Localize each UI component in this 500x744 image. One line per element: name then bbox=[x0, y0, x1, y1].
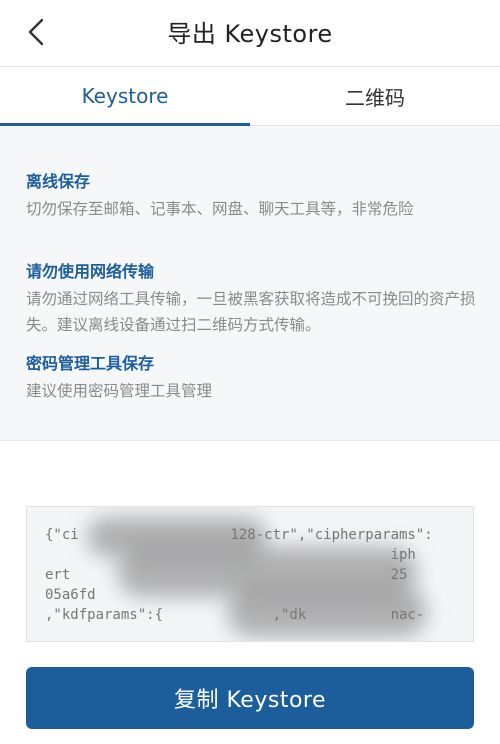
tip-description: 建议使用密码管理工具管理 bbox=[26, 382, 213, 400]
tab-qrcode[interactable]: 二维码 bbox=[250, 67, 500, 125]
tip-title: 密码管理工具保存 bbox=[26, 354, 155, 373]
tip-description: 切勿保存至邮箱、记事本、网盘、聊天工具等，非常危险 bbox=[26, 200, 414, 218]
tab-keystore[interactable]: Keystore bbox=[0, 67, 250, 126]
tip-title: 请勿使用网络传输 bbox=[26, 262, 155, 281]
top-nav-bar: 导出 Keystore bbox=[0, 0, 500, 67]
security-tips-panel: 离线保存 切勿保存至邮箱、记事本、网盘、聊天工具等，非常危险 请勿使用网络传输 … bbox=[0, 126, 500, 441]
tip-description: 请勿通过网络工具传输，一旦被黑客获取将造成不可挽回的资产损失。建议离线设备通过扫… bbox=[26, 290, 476, 334]
tab-bar: Keystore 二维码 bbox=[0, 67, 500, 126]
tip-password-manager: 密码管理工具保存 建议使用密码管理工具管理 bbox=[26, 352, 476, 404]
tip-no-network: 请勿使用网络传输 请勿通过网络工具传输，一旦被黑客获取将造成不可挽回的资产损失。… bbox=[26, 260, 476, 338]
keystore-text-box[interactable]: {"ci 128-ctr","cipherparams": iph ert 25… bbox=[26, 506, 474, 642]
tip-title: 离线保存 bbox=[26, 172, 91, 191]
tip-offline-save: 离线保存 切勿保存至邮箱、记事本、网盘、聊天工具等，非常危险 bbox=[26, 170, 476, 222]
copy-keystore-button[interactable]: 复制 Keystore bbox=[26, 667, 474, 729]
redaction-blur bbox=[227, 587, 427, 637]
page-title: 导出 Keystore bbox=[167, 20, 333, 48]
